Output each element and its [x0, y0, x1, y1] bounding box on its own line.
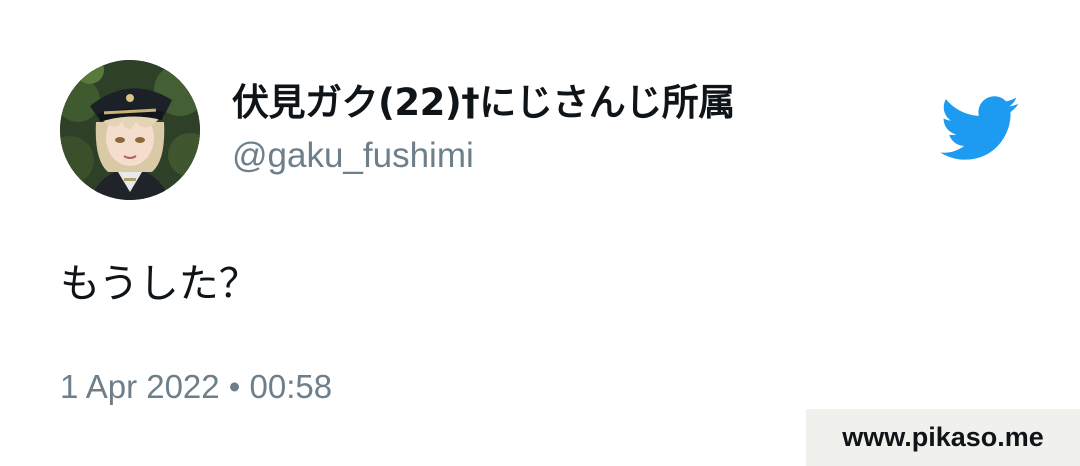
tweet-text: もうした？ — [60, 261, 259, 307]
user-handle[interactable]: @gaku_fushimi — [232, 132, 735, 180]
watermark-text: www.pikaso.me — [842, 422, 1044, 452]
twitter-bird-icon — [940, 96, 1019, 160]
tweet-timestamp[interactable]: 1 Apr 2022 • 00:58 — [60, 364, 332, 410]
avatar-image — [60, 60, 200, 200]
avatar[interactable] — [60, 60, 200, 200]
watermark: www.pikaso.me — [806, 409, 1080, 466]
tweet-author: 伏見ガク(22)†にじさんじ所属 @gaku_fushimi — [232, 76, 735, 180]
tweet-card: 伏見ガク(22)†にじさんじ所属 @gaku_fushimi もうした？ 1 A… — [0, 0, 1080, 466]
display-name[interactable]: 伏見ガク(22)†にじさんじ所属 — [232, 76, 735, 130]
